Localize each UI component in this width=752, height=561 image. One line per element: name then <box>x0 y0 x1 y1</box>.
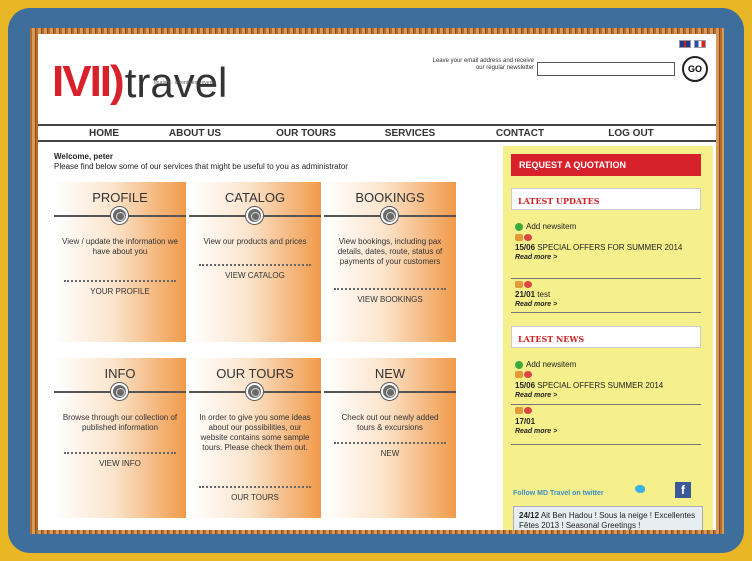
globe-icon <box>381 207 398 224</box>
news-date: 17/01 <box>515 417 536 426</box>
divider <box>511 278 701 279</box>
update-text: SPECIAL OFFERS FOR SUMMER 2014 <box>537 243 683 252</box>
uk-flag-icon[interactable] <box>679 40 691 48</box>
tile-title: BOOKINGS <box>355 190 425 205</box>
delete-icon[interactable] <box>524 371 532 378</box>
nav-services[interactable]: SERVICES <box>374 128 446 139</box>
tile-our-tours: OUR TOURS In order to give you some idea… <box>189 358 321 518</box>
tile-bookings: BOOKINGS View bookings, including pax de… <box>324 182 456 342</box>
divider <box>511 444 701 445</box>
tile-description: Browse through our collection of publish… <box>62 413 178 432</box>
plus-icon <box>515 222 523 231</box>
edit-icon[interactable] <box>515 234 523 241</box>
edit-icon[interactable] <box>515 371 523 378</box>
add-news-label: Add newsitem <box>526 360 577 369</box>
latest-updates-heading: LATEST UPDATES <box>511 188 701 210</box>
update-date: 15/06 <box>515 243 536 252</box>
tile-new: NEW Check out our newly added tours & ex… <box>324 358 456 518</box>
page: IVII ) travel tourism · incentives · eve… <box>38 34 716 530</box>
add-news-link[interactable]: Add newsitem <box>515 360 576 369</box>
nav-log-out[interactable]: LOG OUT <box>598 128 664 139</box>
main-nav: HOME ABOUT US OUR TOURS SERVICES CONTACT… <box>38 124 716 142</box>
nav-our-tours[interactable]: OUR TOURS <box>264 128 348 139</box>
welcome-message: Please find below some of our services t… <box>54 162 348 171</box>
tile-description: View / update the information we have ab… <box>62 237 178 256</box>
add-update-label: Add newsitem <box>526 222 577 231</box>
tweet-box: 24/12 Ait Ben Hadou ! Sous la neige ! Ex… <box>513 506 703 530</box>
logo-mark-close: ) <box>110 57 125 106</box>
logo-tagline: tourism · incentives · events <box>154 80 217 86</box>
news-text: SPECIAL OFFERS SUMMER 2014 <box>537 381 664 390</box>
tile-description: View bookings, including pax details, da… <box>337 237 443 266</box>
new-link[interactable]: NEW <box>334 442 446 458</box>
globe-icon <box>246 383 263 400</box>
divider <box>511 312 701 313</box>
tile-title: NEW <box>374 366 406 381</box>
newsletter-email-input[interactable] <box>537 62 675 76</box>
edit-icon[interactable] <box>515 281 523 288</box>
tile-title: PROFILE <box>92 190 148 205</box>
news-item: 15/06 SPECIAL OFFERS SUMMER 2014 Read mo… <box>515 381 697 400</box>
facebook-icon[interactable]: f <box>675 482 691 498</box>
tweet-date: 24/12 <box>519 511 540 520</box>
delete-icon[interactable] <box>524 234 532 241</box>
update-date: 21/01 <box>515 290 536 299</box>
tile-catalog: CATALOG View our products and prices VIE… <box>189 182 321 342</box>
view-catalog-link[interactable]: VIEW CATALOG <box>199 264 311 280</box>
tile-title: INFO <box>104 366 136 381</box>
nav-home[interactable]: HOME <box>74 128 134 139</box>
tweet-text: Ait Ben Hadou ! Sous la neige ! Excellen… <box>519 511 696 530</box>
edit-icon[interactable] <box>515 407 523 414</box>
sidebar: REQUEST A QUOTATION LATEST UPDATES Add n… <box>503 146 713 530</box>
globe-icon <box>111 207 128 224</box>
twitter-follow-link[interactable]: Follow MD Travel on twitter <box>513 490 604 497</box>
view-bookings-link[interactable]: VIEW BOOKINGS <box>334 288 446 304</box>
update-actions <box>515 281 532 288</box>
news-actions <box>515 407 532 414</box>
latest-news-heading: LATEST NEWS <box>511 326 701 348</box>
newsletter-go-button[interactable]: GO <box>682 56 708 82</box>
read-more-link[interactable]: Read more > <box>515 391 697 400</box>
news-item: 17/01 Read more > <box>515 417 697 436</box>
tile-title: OUR TOURS <box>216 366 294 381</box>
delete-icon[interactable] <box>524 407 532 414</box>
read-more-link[interactable]: Read more > <box>515 300 697 309</box>
add-update-link[interactable]: Add newsitem <box>515 222 576 231</box>
globe-icon <box>111 383 128 400</box>
update-item: 21/01 test Read more > <box>515 290 697 309</box>
globe-icon <box>246 207 263 224</box>
language-flags <box>679 40 706 48</box>
delete-icon[interactable] <box>524 281 532 288</box>
welcome-block: Welcome, peter Please find below some of… <box>54 152 348 172</box>
news-actions <box>515 371 532 378</box>
tile-description: View our products and prices <box>203 237 307 246</box>
tile-title: CATALOG <box>224 190 286 205</box>
newsletter-label: Leave your email address and receive our… <box>432 58 534 71</box>
view-info-link[interactable]: VIEW INFO <box>64 452 176 468</box>
twitter-bird-icon[interactable] <box>635 485 645 493</box>
divider <box>511 404 701 405</box>
request-quotation-button[interactable]: REQUEST A QUOTATION <box>511 154 701 176</box>
update-text: test <box>537 290 551 299</box>
tile-description: In order to give you some ideas about ou… <box>199 413 311 452</box>
tile-info: INFO Browse through our collection of pu… <box>54 358 186 518</box>
tile-profile: PROFILE View / update the information we… <box>54 182 186 342</box>
nav-contact[interactable]: CONTACT <box>488 128 552 139</box>
read-more-link[interactable]: Read more > <box>515 427 697 436</box>
logo-mark: IVII <box>52 57 112 106</box>
fr-flag-icon[interactable] <box>694 40 706 48</box>
welcome-greeting: Welcome, peter <box>54 152 113 161</box>
your-profile-link[interactable]: YOUR PROFILE <box>64 280 176 296</box>
update-item: 15/06 SPECIAL OFFERS FOR SUMMER 2014 Rea… <box>515 243 697 262</box>
plus-icon <box>515 360 523 369</box>
tile-description: Check out our newly added tours & excurs… <box>341 413 439 432</box>
globe-icon <box>381 383 398 400</box>
update-actions <box>515 234 532 241</box>
nav-about-us[interactable]: ABOUT US <box>156 128 234 139</box>
news-date: 15/06 <box>515 381 536 390</box>
read-more-link[interactable]: Read more > <box>515 253 697 262</box>
our-tours-link[interactable]: OUR TOURS <box>199 486 311 502</box>
logo[interactable]: IVII ) travel <box>52 54 227 104</box>
